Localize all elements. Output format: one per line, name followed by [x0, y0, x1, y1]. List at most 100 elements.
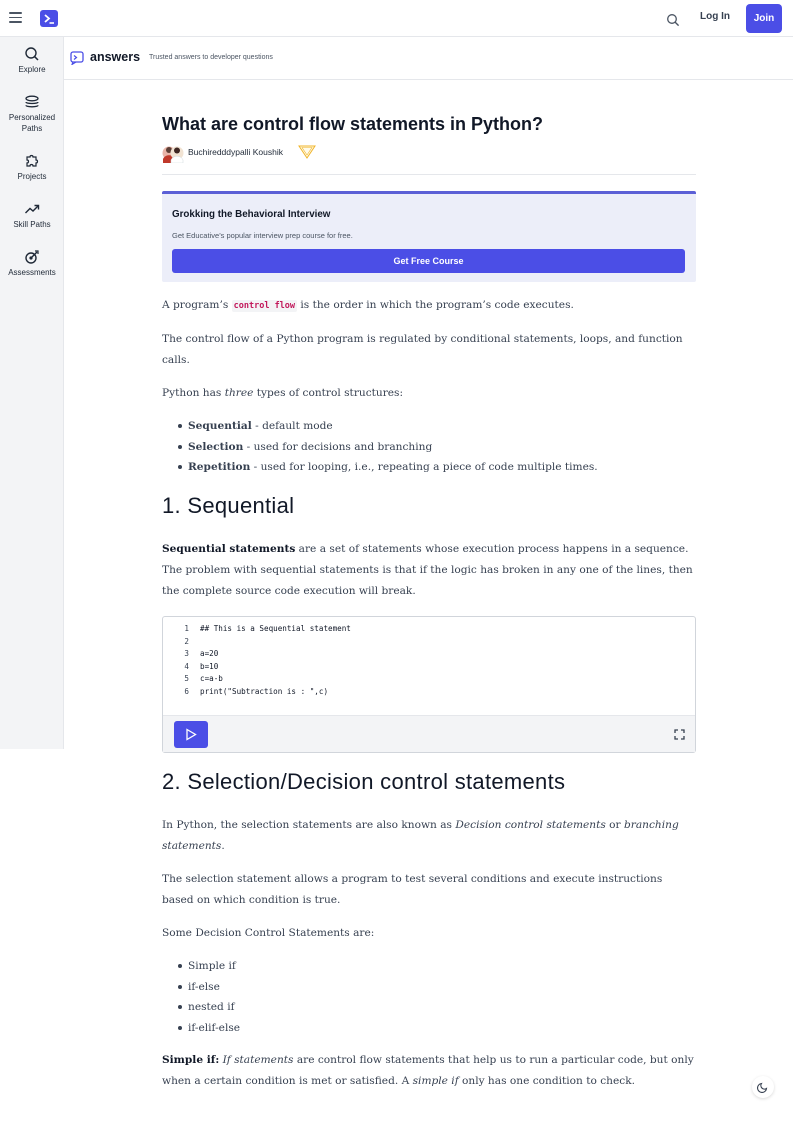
text: .: [221, 840, 225, 852]
code-toolbar: [163, 715, 695, 752]
list-item: Selection - used for decisions and branc…: [178, 437, 696, 458]
code-line: 6 print("Subtraction is : ",c): [163, 687, 695, 700]
get-free-course-button[interactable]: Get Free Course: [172, 249, 685, 273]
control-flow-paragraph: The control flow of a Python program is …: [162, 333, 683, 366]
badge-icon: [298, 145, 316, 159]
sidebar-item-skill-paths[interactable]: Skill Paths: [0, 201, 64, 231]
dark-mode-toggle[interactable]: [752, 1076, 774, 1098]
text: only has one condition to check.: [458, 1075, 635, 1087]
term: Selection: [188, 440, 244, 453]
line-number: 2: [184, 636, 189, 646]
line-number: 3: [184, 649, 189, 659]
promo-title: Grokking the Behavioral Interview: [172, 209, 331, 220]
sidebar-item-label: Paths: [21, 123, 43, 133]
desc: - used for decisions and branching: [243, 440, 433, 453]
inline-code: control flow: [231, 300, 298, 312]
term: Simple if:: [162, 1054, 220, 1066]
stack-icon: [25, 95, 39, 108]
left-sidebar: Explore Personalized Paths Projects Skil…: [0, 37, 64, 749]
target-icon: [25, 250, 39, 264]
text: A program’s: [162, 299, 232, 311]
code-text: b=10: [200, 661, 219, 671]
text: In Python, the selection statements are …: [162, 819, 456, 831]
heading-selection: 2. Selection/Decision control statements: [162, 769, 566, 794]
sidebar-item-explore[interactable]: Explore: [0, 46, 64, 76]
code-line: 5 c=a-b: [163, 674, 695, 687]
code-line: 2: [163, 637, 695, 650]
answers-title[interactable]: answers: [90, 50, 140, 64]
promo-subtitle: Get Educative’s popular interview prep c…: [172, 231, 353, 240]
answers-icon: [70, 51, 84, 65]
decision-intro: Some Decision Control Statements are:: [162, 927, 375, 939]
list-item: if-else: [178, 977, 696, 998]
emphasis: simple if: [412, 1075, 459, 1087]
code-lines: 1 ## This is a Sequential statement 2 3 a=…: [163, 624, 695, 700]
list-item: if-elif-else: [178, 1018, 696, 1039]
trending-up-icon: [25, 204, 40, 214]
simple-if-paragraph: Simple if: If statements are control flo…: [162, 1050, 696, 1092]
desc: - default mode: [251, 420, 333, 432]
code-text: a=20: [200, 649, 219, 659]
code-line: 1 ## This is a Sequential statement: [163, 624, 695, 637]
list-item: Simple if: [178, 956, 696, 977]
run-button[interactable]: [174, 721, 208, 748]
search-icon: [25, 47, 39, 61]
list-item: Sequential - default mode: [178, 416, 696, 437]
code-text: print("Subtraction is : ",c): [200, 686, 329, 696]
text: types of control structures:: [253, 387, 404, 399]
sidebar-item-label: Projects: [17, 172, 47, 181]
text: Python has: [162, 387, 225, 399]
author-name[interactable]: Buchiredddypalli Koushik: [188, 147, 283, 157]
text: is the order in which the program’s code…: [297, 299, 574, 311]
list-item: nested if: [178, 997, 696, 1018]
line-number: 4: [184, 661, 189, 671]
page-title: What are control flow statements in Pyth…: [162, 114, 544, 134]
puzzle-icon: [26, 154, 39, 167]
line-number: 1: [184, 624, 189, 633]
code-editor[interactable]: 1 ## This is a Sequential statement 2 3 a=…: [162, 616, 696, 753]
code-line: 4 b=10: [163, 662, 695, 675]
desc: - used for looping, i.e., repeating a pi…: [250, 461, 598, 473]
answers-subtitle: Trusted answers to developer questions: [149, 54, 273, 61]
sidebar-item-personalized-paths[interactable]: Personalized Paths: [0, 94, 64, 134]
emphasis: If statements: [222, 1054, 294, 1066]
fullscreen-icon[interactable]: [674, 729, 685, 740]
educative-logo-icon[interactable]: [40, 10, 58, 27]
line-number: 6: [184, 686, 189, 696]
top-bar: Log In Join: [0, 0, 793, 37]
moon-icon: [757, 1082, 768, 1093]
term: Repetition: [188, 461, 251, 473]
code-text: c=a-b: [200, 674, 223, 684]
promo-banner: Grokking the Behavioral Interview Get Ed…: [162, 191, 696, 282]
selection-paragraph: In Python, the selection statements are …: [162, 815, 696, 857]
intro-paragraph: A program’s control flow is the order in…: [162, 295, 696, 317]
sidebar-item-projects[interactable]: Projects: [0, 153, 64, 183]
heading-sequential: 1. Sequential: [162, 493, 295, 518]
selection-description: The selection statement allows a program…: [162, 873, 663, 906]
code-text: ## This is a Sequential statement: [200, 624, 351, 633]
code-line: 3 a=20: [163, 649, 695, 662]
structures-list: Sequential - default mode Selection - us…: [178, 416, 696, 478]
term: Sequential: [188, 420, 252, 432]
author-avatar[interactable]: [162, 143, 184, 163]
answers-header: answers Trusted answers to developer que…: [64, 37, 793, 80]
decision-list: Simple if if-else nested if if-elif-else: [178, 956, 696, 1039]
search-icon[interactable]: [666, 12, 680, 27]
emphasis: Decision control statements: [455, 819, 606, 831]
play-icon: [186, 728, 197, 741]
sidebar-item-label: Skill Paths: [13, 220, 51, 229]
sequential-paragraph: Sequential statements are a set of state…: [162, 539, 696, 602]
sidebar-item-label: Assessments: [8, 268, 56, 277]
line-number: 5: [184, 674, 189, 684]
sidebar-item-label: Explore: [18, 65, 46, 74]
emphasis: three: [224, 387, 254, 399]
sidebar-item-assessments[interactable]: Assessments: [0, 249, 64, 279]
types-paragraph: Python has three types of control struct…: [162, 383, 696, 404]
term: Sequential statements: [162, 543, 296, 555]
text: or: [605, 819, 624, 831]
join-button[interactable]: Join: [746, 4, 782, 33]
menu-icon[interactable]: [9, 12, 22, 24]
sidebar-item-label: Personalized: [8, 113, 56, 122]
divider: [162, 174, 696, 175]
login-button[interactable]: Log In: [700, 11, 730, 22]
